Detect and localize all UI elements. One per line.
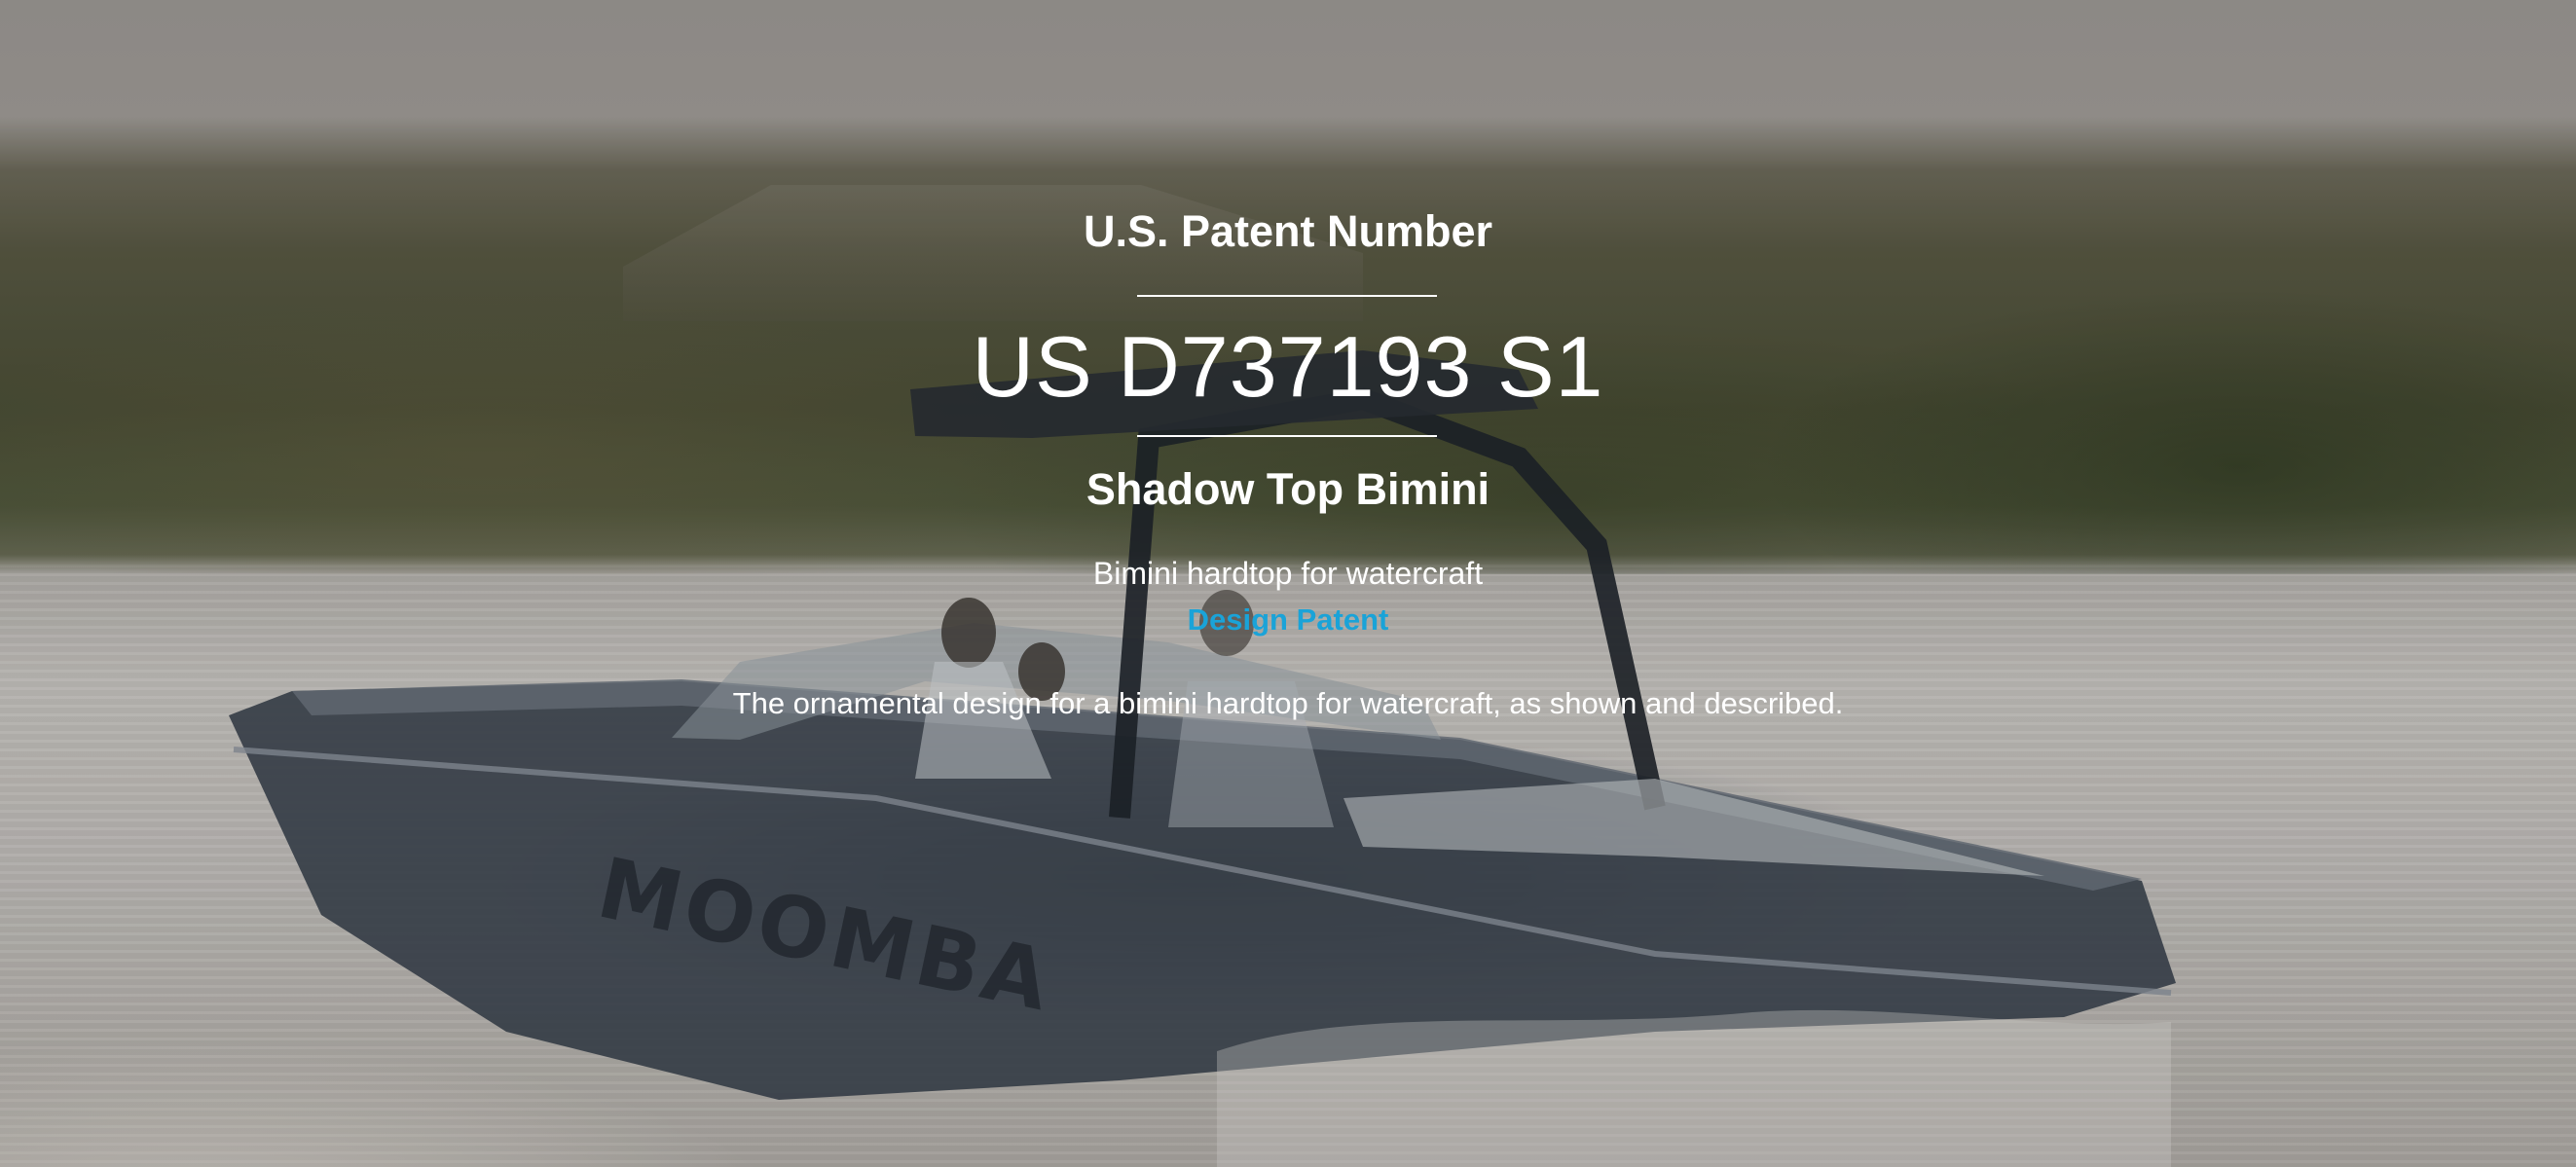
divider-bottom: [1137, 435, 1437, 437]
patent-claim: The ornamental design for a bimini hardt…: [732, 686, 1844, 720]
design-patent-link[interactable]: Design Patent: [0, 601, 2576, 639]
patent-number: US D737193 S1: [972, 318, 1604, 415]
divider-top: [1137, 295, 1437, 297]
product-subtitle: Bimini hardtop for watercraft: [1092, 556, 1484, 591]
patent-number-label: U.S. Patent Number: [1083, 206, 1493, 256]
product-name: Shadow Top Bimini: [1086, 464, 1490, 514]
hero-section: MOOMBA U.S. Patent Number US D737193 S1 …: [0, 0, 2576, 1167]
